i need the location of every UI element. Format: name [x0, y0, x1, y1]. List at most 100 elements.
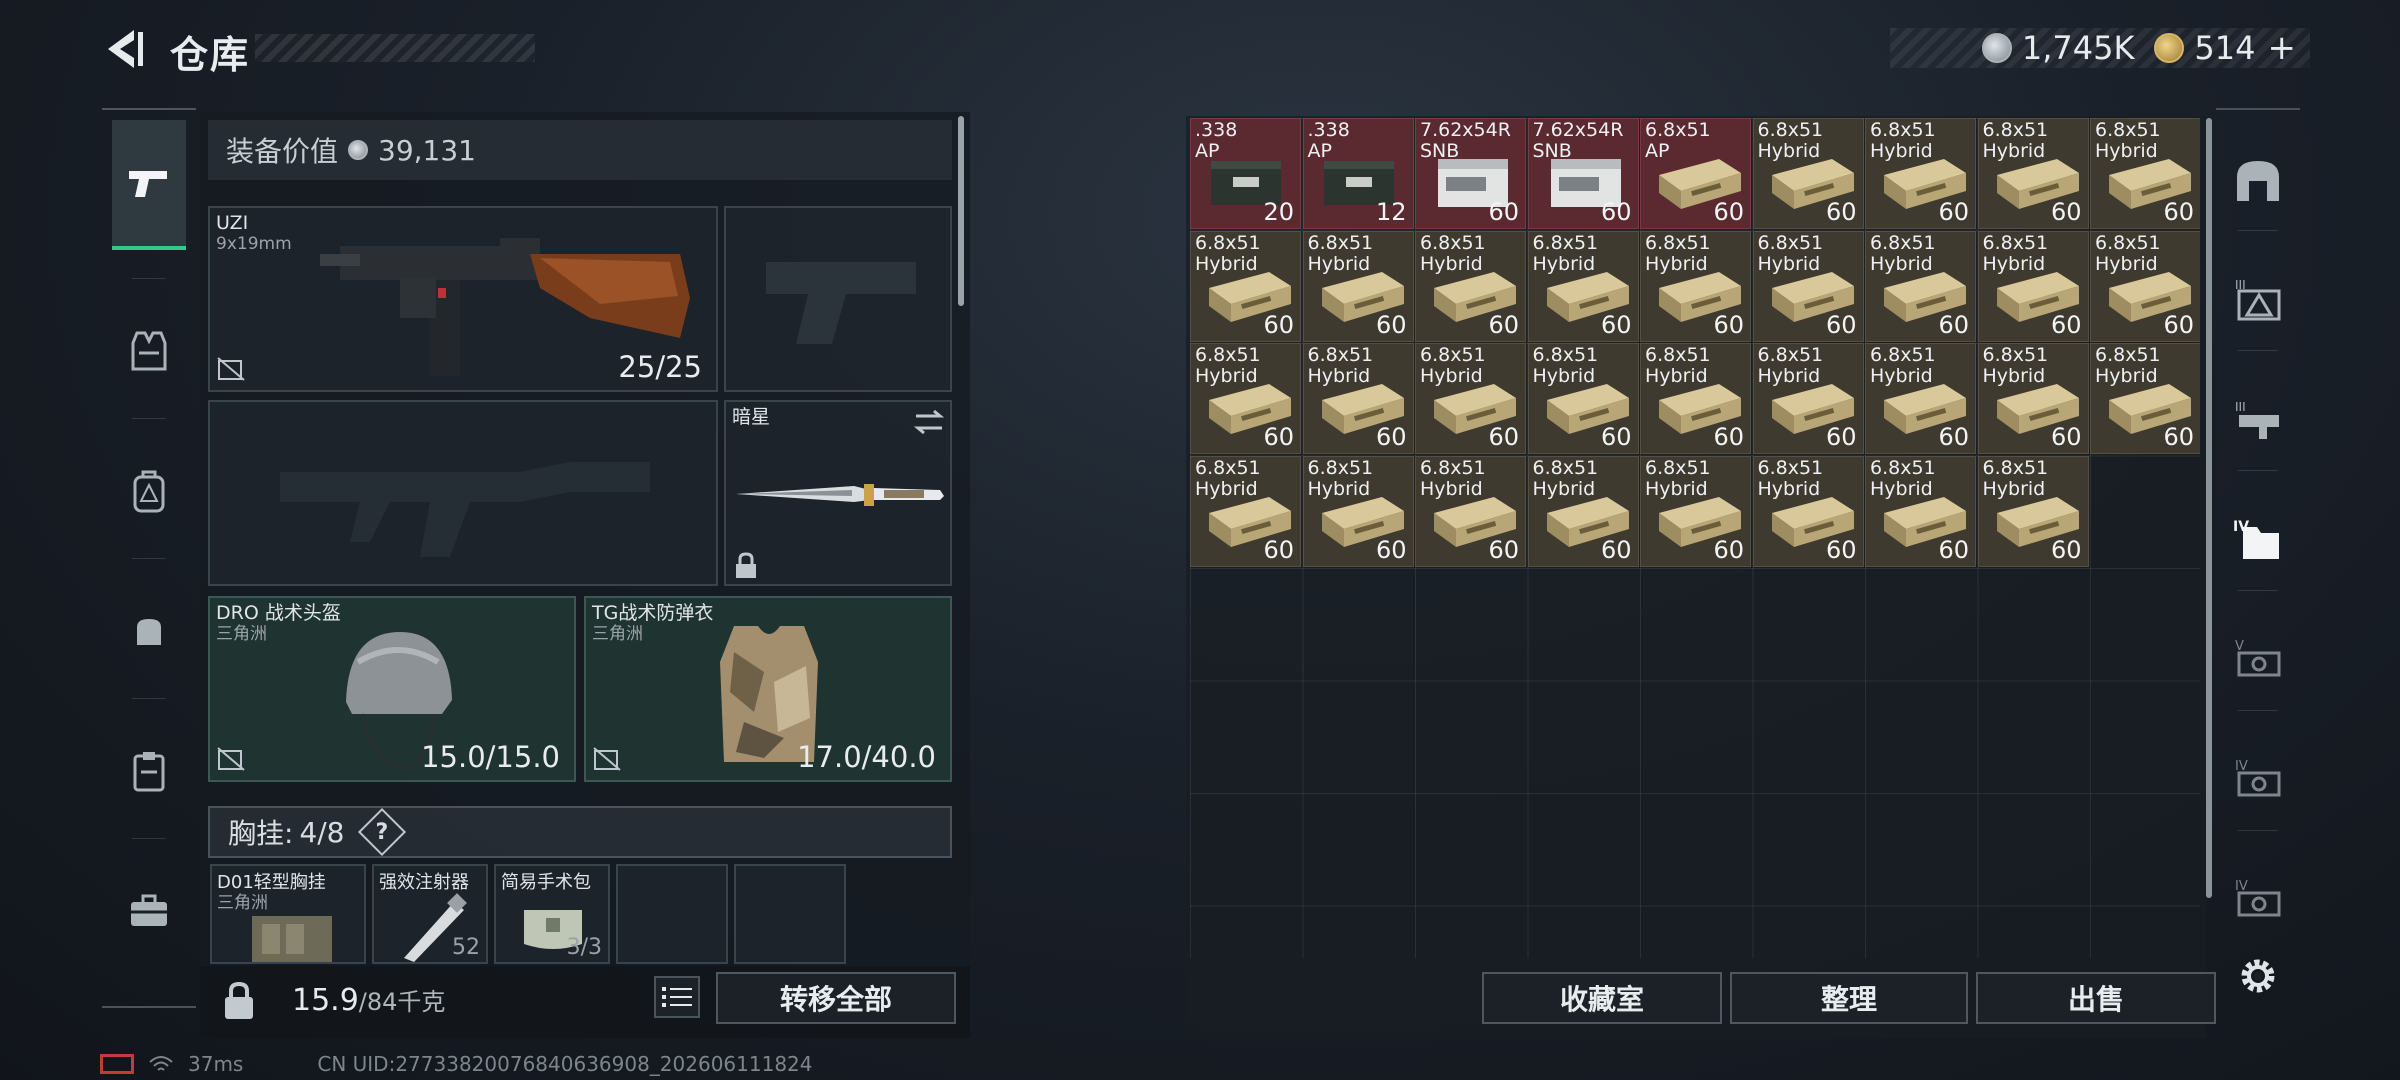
ammo-quantity: 60	[2163, 198, 2194, 226]
stash-ammo-item[interactable]: 6.8x51 Hybrid 60	[1190, 455, 1301, 567]
rail-vest[interactable]	[112, 286, 186, 416]
second-primary-slot[interactable]	[208, 400, 718, 586]
stash-ammo-item[interactable]: 6.8x51 Hybrid 60	[1527, 455, 1639, 567]
rail-toolbox[interactable]	[112, 846, 186, 976]
loadout-scrollbar[interactable]	[958, 116, 964, 306]
rail-weapons[interactable]	[112, 120, 186, 250]
sort-button[interactable]: 整理	[1730, 972, 1968, 1024]
chest-rig-slot[interactable]: D01轻型胸挂 三角洲	[210, 864, 366, 964]
stash-ammo-item[interactable]: 6.8x51 Hybrid 60	[1977, 343, 2089, 454]
stash-ammo-item[interactable]: 6.8x51 Hybrid 60	[1977, 118, 2089, 229]
back-button[interactable]	[100, 24, 150, 74]
stash-ammo-item[interactable]: 6.8x51 Hybrid 60	[1977, 455, 2089, 567]
stash-ammo-item[interactable]: 6.8x51 Hybrid 60	[1640, 455, 1751, 567]
stash-ammo-item[interactable]: 6.8x51 Hybrid 60	[1865, 343, 1976, 454]
stash-page-3[interactable]: III	[2226, 388, 2290, 452]
stash-page-6[interactable]: IV	[2226, 748, 2290, 812]
stash-ammo-item[interactable]: 7.62x54R SNB 60	[1527, 118, 1639, 229]
stash-ammo-item[interactable]: 7.62x54R SNB 60	[1415, 118, 1526, 229]
carry-weight: 15.9/84千克	[292, 982, 445, 1018]
settings-button[interactable]	[2232, 950, 2284, 1002]
melee-slot[interactable]: 暗星	[724, 400, 952, 586]
stash-page-2[interactable]: III	[2226, 268, 2290, 332]
stash-ammo-item[interactable]: 6.8x51 Hybrid 60	[1190, 230, 1301, 342]
ammo-type: Hybrid	[1870, 140, 1933, 162]
add-currency-button[interactable]: +	[2268, 28, 2297, 68]
ammo-quantity: 60	[1488, 423, 1519, 451]
ammo-type: Hybrid	[1645, 477, 1708, 500]
gold-currency[interactable]: 514 +	[2154, 28, 2296, 68]
user-uid: CN UID:27733820076840636908_202606111824	[317, 1052, 813, 1076]
stash-page-5[interactable]: V	[2226, 628, 2290, 692]
stash-ammo-item[interactable]: 6.8x51 Hybrid 60	[1640, 230, 1751, 342]
collection-room-button[interactable]: 收藏室	[1482, 972, 1722, 1024]
empty-chest-slot[interactable]	[734, 864, 846, 964]
stash-ammo-item[interactable]: 6.8x51 Hybrid 60	[1302, 343, 1414, 454]
sell-button[interactable]: 出售	[1976, 972, 2216, 1024]
helmet-slot[interactable]: DRO 战术头盔 三角洲 15.0/15.0	[208, 596, 576, 782]
ammo-quantity: 60	[1600, 198, 1632, 226]
ammo-type: Hybrid	[1420, 365, 1483, 387]
stash-ammo-item[interactable]: 6.8x51 Hybrid 60	[1752, 343, 1864, 454]
equipment-value-bar: 装备价值 39,131	[208, 120, 952, 180]
rail-clipboard[interactable]	[112, 706, 186, 836]
uninsured-icon	[217, 747, 245, 771]
stash-ammo-item[interactable]: 6.8x51 Hybrid 60	[1640, 343, 1751, 454]
stash-ammo-item[interactable]: 6.8x51 Hybrid 60	[2090, 230, 2200, 342]
stash-ammo-item[interactable]: 6.8x51 Hybrid 60	[1415, 230, 1526, 342]
empty-chest-slot[interactable]	[616, 864, 728, 964]
stash-ammo-item[interactable]: 6.8x51 Hybrid 60	[1752, 118, 1864, 229]
stash-ammo-item[interactable]: 6.8x51 Hybrid 60	[2090, 343, 2200, 454]
ammo-type: Hybrid	[1532, 365, 1596, 387]
chest-rig-count: 4/8	[299, 815, 345, 849]
stash-ammo-item[interactable]: 6.8x51 Hybrid 60	[1302, 230, 1414, 342]
stash-ammo-item[interactable]: 6.8x51 Hybrid 60	[2090, 118, 2200, 229]
secondary-weapon-slot[interactable]	[724, 206, 952, 392]
injector-slot[interactable]: 强效注射器 52	[372, 864, 488, 964]
ammo-quantity: 60	[1713, 198, 1744, 226]
stash-ammo-item[interactable]: 6.8x51 Hybrid 60	[1527, 230, 1639, 342]
equipment-value-label: 装备价值	[226, 135, 339, 168]
ammo-type: Hybrid	[1420, 252, 1483, 275]
swap-icon[interactable]	[912, 408, 946, 436]
stash-ammo-item[interactable]: 6.8x51 Hybrid 60	[1865, 230, 1976, 342]
stash-ammo-item[interactable]: 6.8x51 Hybrid 60	[1415, 343, 1526, 454]
stash-ammo-item[interactable]: 6.8x51 Hybrid 60	[1865, 455, 1976, 567]
silver-coin-icon	[1981, 33, 2012, 63]
stash-ammo-item[interactable]: .338 AP 20	[1190, 118, 1301, 229]
rail-bag[interactable]	[112, 566, 186, 696]
stash-scrollbar[interactable]	[2206, 118, 2212, 898]
stash-ammo-item[interactable]: 6.8x51 Hybrid 60	[1527, 343, 1639, 454]
svg-text:III: III	[2235, 400, 2246, 414]
ammo-caliber: 6.8x51	[1307, 456, 1374, 479]
stash-ammo-item[interactable]: 6.8x51 Hybrid 60	[1752, 230, 1864, 342]
body-armor-slot[interactable]: TG战术防弹衣 三角洲 17.0/40.0	[584, 596, 952, 782]
helmet-durability: 15.0/15.0	[421, 740, 560, 774]
stash-page-4-active[interactable]: IV	[2226, 508, 2290, 572]
stash-grid[interactable]: .338 AP 20.338 AP 12 7.62x54R SNB 60 7.62x54R SNB…	[1190, 118, 2200, 958]
stash-ammo-item[interactable]: 6.8x51 Hybrid 60	[1190, 343, 1301, 454]
chest-rig-image	[252, 916, 332, 962]
ammo-type: Hybrid	[1870, 252, 1933, 275]
stash-ammo-item[interactable]: 6.8x51 Hybrid 60	[1752, 455, 1864, 567]
list-view-button[interactable]	[654, 976, 700, 1018]
help-button[interactable]: ?	[357, 807, 406, 857]
stash-ammo-item[interactable]: 6.8x51 Hybrid 60	[1302, 455, 1414, 567]
stash-ammo-item[interactable]: 6.8x51 AP 60	[1640, 118, 1751, 229]
stash-ammo-item[interactable]: .338 AP 12	[1302, 118, 1414, 229]
stash-page-7[interactable]: IV	[2226, 868, 2290, 932]
stash-ammo-item[interactable]: 6.8x51 Hybrid 60	[1977, 230, 2089, 342]
backpack-icon	[133, 470, 165, 513]
silver-amount: 1,745K	[2021, 29, 2135, 67]
primary-weapon-slot[interactable]: UZI 9x19mm 25/25	[208, 206, 718, 392]
surgery-kit-slot[interactable]: 简易手术包 3/3	[494, 864, 610, 964]
stash-page-1[interactable]	[2226, 148, 2290, 212]
transfer-all-button[interactable]: 转移全部	[716, 972, 956, 1024]
stash-ammo-item[interactable]: 6.8x51 Hybrid 60	[1415, 455, 1526, 567]
ammo-quantity: 60	[1263, 535, 1294, 564]
gold-amount: 514	[2194, 29, 2256, 67]
rail-backpack[interactable]	[112, 426, 186, 556]
category-rail	[102, 108, 196, 1008]
stash-ammo-item[interactable]: 6.8x51 Hybrid 60	[1865, 118, 1976, 229]
lock-button[interactable]	[210, 972, 268, 1030]
